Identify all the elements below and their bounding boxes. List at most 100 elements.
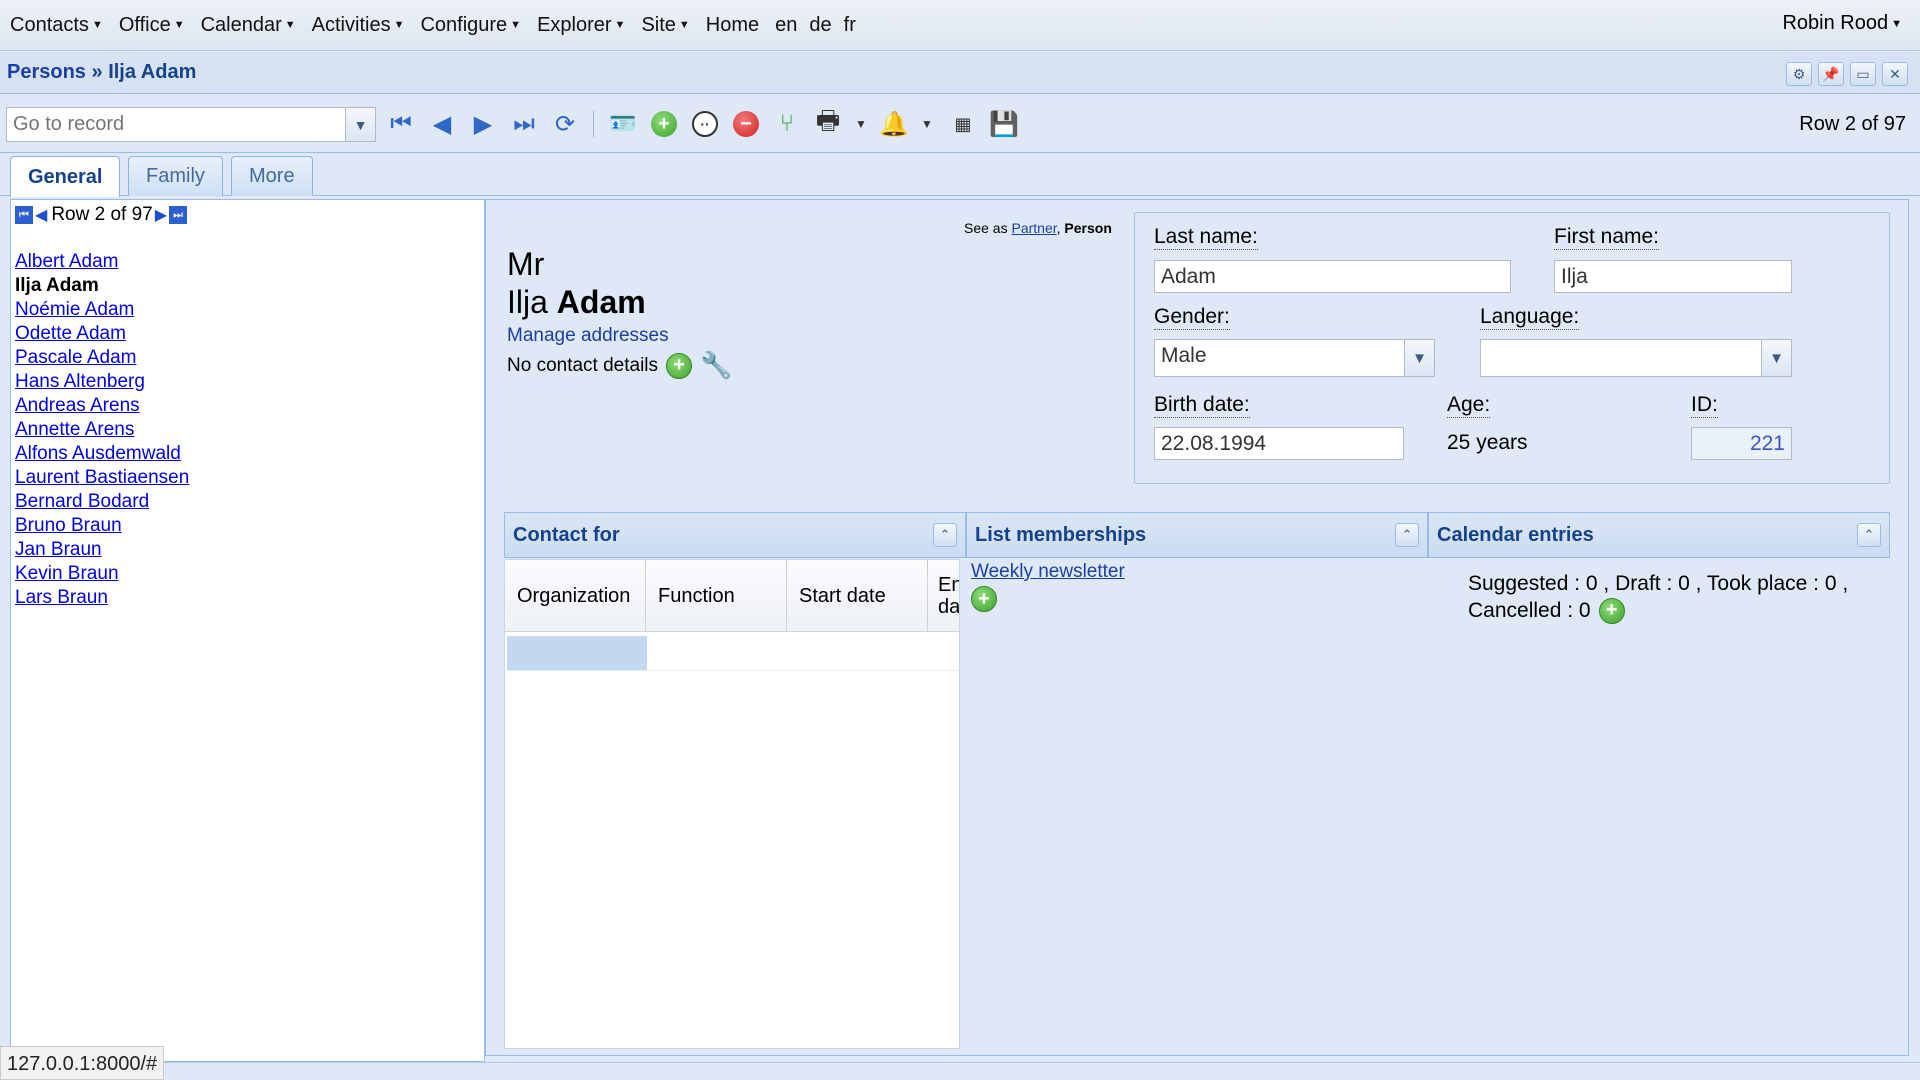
pin-icon[interactable]: 📌 [1818,62,1844,86]
previous-page-icon[interactable]: ◀ [35,205,47,225]
menu-office[interactable]: Office ▼ [119,14,185,37]
delete-icon[interactable]: − [730,108,762,140]
list-item[interactable]: Andreas Arens [15,394,189,418]
col-start-date[interactable]: Start date [787,560,928,632]
menu-site[interactable]: Site ▼ [641,14,689,37]
see-as-person: Person [1064,220,1112,236]
collapse-icon[interactable]: ⌃ [933,523,957,547]
lang-de[interactable]: de [809,14,831,37]
last-page-icon[interactable]: ⏭ [169,206,188,224]
col-organization[interactable]: Organization [505,560,646,632]
record-title: Ilja Adam [108,61,197,83]
membership-item: Weekly newsletter [971,561,1125,583]
menu-configure[interactable]: Configure ▼ [420,14,521,37]
weekly-newsletter-link[interactable]: Weekly newsletter [971,561,1125,582]
person-list-panel: ⏮ ◀ Row 2 of 97 ▶ ⏭ Albert Adam Ilja Ada… [10,199,485,1062]
previous-record-icon[interactable]: ◀ [426,108,458,140]
list-item[interactable]: Jan Braun [15,538,189,562]
chevron-down-icon[interactable]: ▼ [1761,340,1791,376]
menu-explorer[interactable]: Explorer ▼ [537,14,625,37]
chevron-down-icon[interactable]: ▼ [1404,340,1434,376]
table-row [505,670,959,671]
birth-date-field[interactable]: 22.08.1994 [1154,427,1404,460]
list-item[interactable]: Annette Arens [15,418,189,442]
goto-record-combo[interactable]: ▼ [6,107,376,142]
detail-card-icon[interactable]: 🪪 [607,108,639,140]
menu-label: Activities [311,13,391,36]
gender-label: Gender: [1154,305,1230,330]
menu-label: Explorer [537,13,612,36]
first-name-field[interactable]: Ilja [1554,260,1792,293]
tab-general[interactable]: General [10,156,121,197]
menu-home[interactable]: Home [706,14,759,37]
gender-value: Male [1161,344,1207,367]
pager-label: Row 2 of 97 [51,204,153,225]
lang-en[interactable]: en [775,14,797,37]
see-as-partner-link[interactable]: Partner [1011,220,1056,236]
plus-icon[interactable]: + [971,586,997,612]
first-record-icon[interactable]: ⏮ [385,108,417,140]
list-item[interactable]: Laurent Bastiaensen [15,466,189,490]
calendar-summary: Suggested : 0 , Draft : 0 , Took place :… [1468,570,1848,624]
last-name-field[interactable]: Adam [1154,260,1511,293]
caret-down-icon[interactable]: ▼ [911,108,943,140]
col-function[interactable]: Function [646,560,787,632]
contact-for-panel: Contact for ⌃ [504,512,966,558]
collapse-icon[interactable]: ⌃ [1395,523,1419,547]
refresh-icon[interactable]: ⟳ [549,108,581,140]
close-icon[interactable]: ✕ [1882,62,1908,86]
manage-addresses-link[interactable]: Manage addresses [507,325,669,347]
print-icon[interactable]: 🖶 [812,105,844,140]
list-item[interactable]: Hans Altenberg [15,370,189,394]
barcode-icon[interactable]: ▦ [947,108,979,140]
last-name-label: Last name: [1154,225,1258,250]
goto-record-input[interactable] [7,108,345,141]
add-calendar-entry-icon[interactable]: + [1598,597,1625,624]
list-item[interactable]: Alfons Ausdemwald [15,442,189,466]
maximize-icon[interactable]: ▭ [1850,62,1876,86]
wrench-icon[interactable]: 🔧 [700,350,732,381]
chevron-down-icon[interactable]: ▼ [345,108,375,141]
language-select[interactable]: ▼ [1480,339,1792,377]
col-end-date[interactable]: En da [928,560,959,632]
selected-cell[interactable] [507,636,647,670]
person-full-name: Ilja Adam [507,284,646,321]
bell-icon[interactable]: 🔔 [878,108,910,140]
list-item[interactable]: Lars Braun [15,586,189,610]
list-item[interactable]: Bernard Bodard [15,490,189,514]
collapse-icon[interactable]: ⌃ [1857,523,1881,547]
list-item[interactable]: Odette Adam [15,322,189,346]
first-page-icon[interactable]: ⏮ [15,206,33,224]
list-item[interactable]: Bruno Braun [15,514,189,538]
last-record-icon[interactable]: ⏭ [508,108,540,140]
breadcrumb-separator: » [85,61,109,83]
menu-label: Configure [420,13,508,36]
list-item[interactable]: Kevin Braun [15,562,189,586]
menu-calendar[interactable]: Calendar ▼ [201,14,296,37]
save-icon[interactable]: 💾 [988,108,1020,140]
list-item[interactable]: Albert Adam [15,250,189,274]
insert-icon[interactable]: + [648,108,680,140]
list-memberships-panel: List memberships ⌃ [966,512,1428,558]
tab-more[interactable]: More [231,156,313,196]
add-membership-icon[interactable]: + [971,586,997,612]
list-item[interactable]: Pascale Adam [15,346,189,370]
duplicate-icon[interactable]: ·· [689,108,721,140]
list-item[interactable]: Noémie Adam [15,298,189,322]
menu-activities[interactable]: Activities ▼ [312,14,405,37]
merge-icon[interactable]: ⑂ [771,108,803,140]
tab-family[interactable]: Family [128,156,223,196]
main-menubar: Contacts ▼ Office ▼ Calendar ▼ Activities ▼ … [0,0,1920,51]
menu-contacts[interactable]: Contacts ▼ [10,14,103,37]
caret-down-icon[interactable]: ▼ [845,108,877,140]
add-contact-icon[interactable]: + [666,352,693,379]
gear-icon[interactable]: ⚙ [1786,62,1812,86]
breadcrumb-persons[interactable]: Persons [7,61,86,83]
user-menu[interactable]: Robin Rood ▼ [1782,12,1902,35]
record-toolbar: ▼ ⏮ ◀ ▶ ⏭ ⟳ 🪪 + ·· − ⑂ 🖶 ▼ 🔔 ▼ ▦ 💾 Row 2… [0,95,1920,153]
lang-fr[interactable]: fr [844,14,856,37]
caret-down-icon: ▼ [1891,17,1902,30]
next-page-icon[interactable]: ▶ [155,205,167,225]
gender-select[interactable]: Male ▼ [1154,339,1435,377]
next-record-icon[interactable]: ▶ [467,108,499,140]
